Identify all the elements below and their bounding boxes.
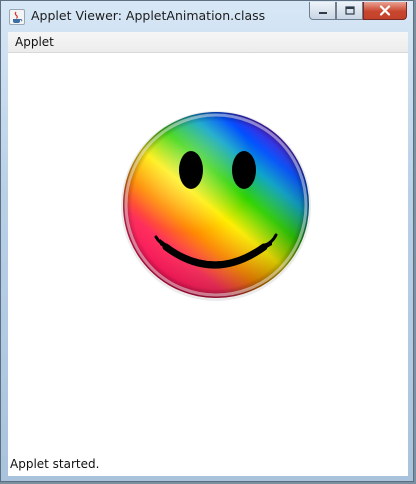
status-bar: Applet started. — [8, 453, 408, 476]
status-text: Applet started. — [10, 457, 100, 471]
java-app-icon[interactable] — [9, 9, 25, 25]
maximize-icon — [344, 6, 355, 15]
close-button[interactable] — [363, 2, 407, 20]
title-bar[interactable]: Applet Viewer: AppletAnimation.class — [1, 1, 413, 31]
smiley-right-eye — [232, 151, 256, 189]
minimize-icon — [318, 11, 327, 14]
menu-applet[interactable]: Applet — [15, 35, 54, 49]
rainbow-smiley-image — [121, 111, 311, 301]
close-icon — [379, 5, 391, 16]
smiley-left-eye — [179, 151, 203, 189]
window-controls — [309, 2, 407, 22]
applet-viewer-window: Applet Viewer: AppletAnimation.class App… — [0, 0, 414, 482]
window-title: Applet Viewer: AppletAnimation.class — [31, 8, 266, 23]
minimize-button[interactable] — [309, 2, 336, 20]
applet-canvas[interactable] — [8, 53, 408, 453]
menu-bar: Applet — [8, 32, 408, 53]
maximize-button[interactable] — [336, 2, 363, 20]
